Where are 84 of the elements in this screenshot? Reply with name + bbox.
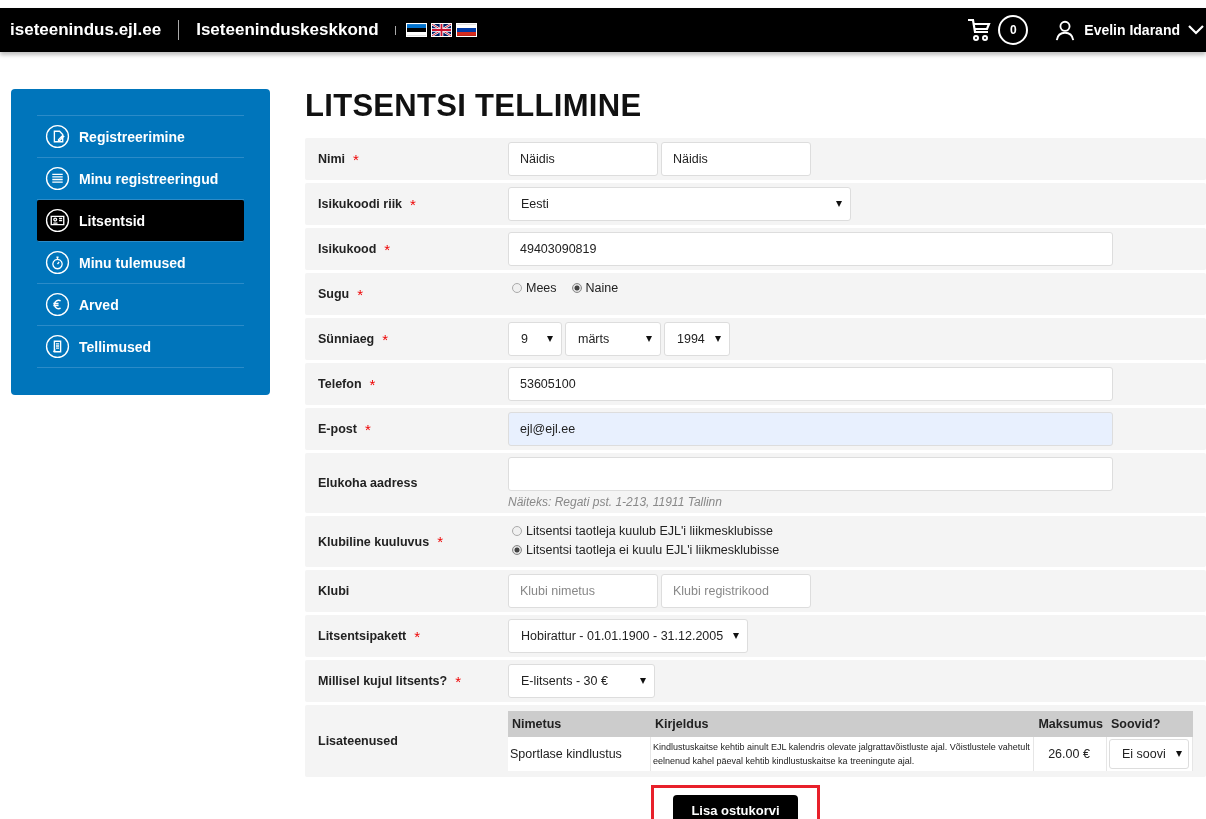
radio-button[interactable]: [571, 283, 582, 293]
column-header: Nimetus: [508, 711, 651, 737]
cart-count[interactable]: 0: [998, 15, 1029, 45]
field-label: Isikukood: [318, 242, 377, 256]
field-label: Millisel kujul litsents?: [318, 674, 448, 688]
radio-option[interactable]: Naine: [571, 281, 619, 295]
field-label: Sugu: [318, 287, 350, 301]
add-to-cart-button[interactable]: Lisa ostukorvi: [673, 795, 798, 819]
estonian-flag-icon[interactable]: [405, 23, 427, 37]
field-label: Litsentsipakett: [318, 629, 407, 643]
dropdown[interactable]: Eesti: [508, 187, 851, 221]
required-mark: *: [382, 330, 389, 348]
field-label: Telefon: [318, 377, 362, 391]
sidebar-item[interactable]: Litsentsid: [37, 200, 244, 242]
user-icon[interactable]: [1054, 19, 1077, 41]
required-mark: *: [414, 627, 421, 645]
sidebar-item[interactable]: Arved: [37, 284, 244, 326]
field-label: Isikukoodi riik: [318, 197, 403, 211]
caret-icon: [733, 633, 739, 639]
dropdown[interactable]: märts: [565, 322, 661, 356]
menu-item-icon: [45, 124, 70, 149]
column-header: Maksumus: [1034, 711, 1107, 737]
site-name[interactable]: iseteenindus.ejl.ee: [10, 20, 162, 40]
required-mark: *: [437, 533, 443, 550]
input-field[interactable]: Klubi registrikood: [661, 574, 811, 608]
caret-icon: [640, 678, 646, 684]
dropdown[interactable]: Hobirattur - 01.01.1900 - 31.12.2005: [508, 619, 748, 653]
sidebar-item[interactable]: Registreerimine: [37, 116, 244, 158]
field-label: E-post: [318, 422, 357, 436]
dropdown[interactable]: 1994: [664, 322, 730, 356]
input-field[interactable]: 49403090819: [508, 232, 1113, 266]
required-mark: *: [357, 285, 364, 303]
caret-icon: [715, 336, 721, 342]
field-label: Klubiline kuuluvus: [318, 534, 430, 549]
required-mark: *: [455, 672, 462, 690]
input-field[interactable]: Klubi nimetus: [508, 574, 658, 608]
required-mark: *: [384, 240, 391, 258]
radio-button[interactable]: [512, 283, 522, 293]
menu-item-icon: [45, 250, 70, 275]
required-mark: *: [364, 420, 371, 438]
menu-item-icon: [45, 166, 70, 191]
field-label: Sünniaeg: [318, 332, 375, 346]
radio-button[interactable]: [512, 545, 522, 555]
dropdown[interactable]: E-litsents - 30 €: [508, 664, 655, 698]
russian-flag-icon[interactable]: [455, 23, 477, 37]
required-mark: *: [410, 195, 416, 213]
field-label: Nimi: [318, 152, 346, 166]
table-cell: Sportlase kindlustus: [508, 737, 651, 771]
field-hint: Näiteks: Regati pst. 1-213, 11911 Tallinn: [508, 495, 723, 509]
input-field[interactable]: ejl@ejl.ee: [508, 412, 1113, 446]
dropdown[interactable]: 9: [508, 322, 562, 356]
field-label: Elukoha aadress: [318, 476, 418, 490]
sidebar-item[interactable]: Tellimused: [37, 326, 244, 368]
input-field[interactable]: 53605100: [508, 367, 1113, 401]
required-mark: *: [353, 150, 359, 168]
menu-item-icon: [45, 208, 70, 233]
british-flag-icon[interactable]: [430, 23, 452, 37]
column-header: Kirjeldus: [651, 711, 1034, 737]
dropdown[interactable]: Ei soovi: [1109, 739, 1189, 769]
input-field[interactable]: Näidis: [661, 142, 811, 176]
sidebar-item[interactable]: Minu tulemused: [37, 242, 244, 284]
radio-label: Naine: [585, 281, 619, 295]
input-field[interactable]: [508, 457, 1113, 491]
radio-option[interactable]: Mees: [512, 281, 557, 295]
cart-icon[interactable]: [966, 17, 993, 43]
portal-title[interactable]: Iseteeninduskeskkond: [196, 20, 379, 40]
input-field[interactable]: Näidis: [508, 142, 658, 176]
chevron-down-icon[interactable]: [1188, 25, 1204, 35]
caret-icon: [836, 201, 842, 207]
radio-button[interactable]: [512, 526, 522, 536]
required-mark: *: [369, 375, 376, 393]
user-name[interactable]: Evelin Idarand: [1084, 22, 1180, 38]
field-label: Lisateenused: [318, 734, 398, 748]
radio-label: Mees: [526, 281, 557, 295]
field-label: Klubi: [318, 584, 350, 598]
caret-icon: [646, 336, 652, 342]
table-cell: Kindlustuskaitse kehtib ainult EJL kalendris olevate jalgrattavõistluste ajal. Võistlustele vahetult eelnenud kahel päeval kehtib kindlustuskaitse ka treeningute ajal.: [651, 737, 1034, 771]
menu-item-icon: [45, 292, 70, 317]
page-title: LITSENTSI TELLIMINE: [305, 88, 643, 124]
column-header: Soovid?: [1107, 711, 1193, 737]
menu-item-icon: [45, 334, 70, 359]
caret-icon: [1176, 751, 1182, 757]
table-cell: 26.00 €: [1034, 737, 1107, 771]
caret-icon: [547, 336, 553, 342]
